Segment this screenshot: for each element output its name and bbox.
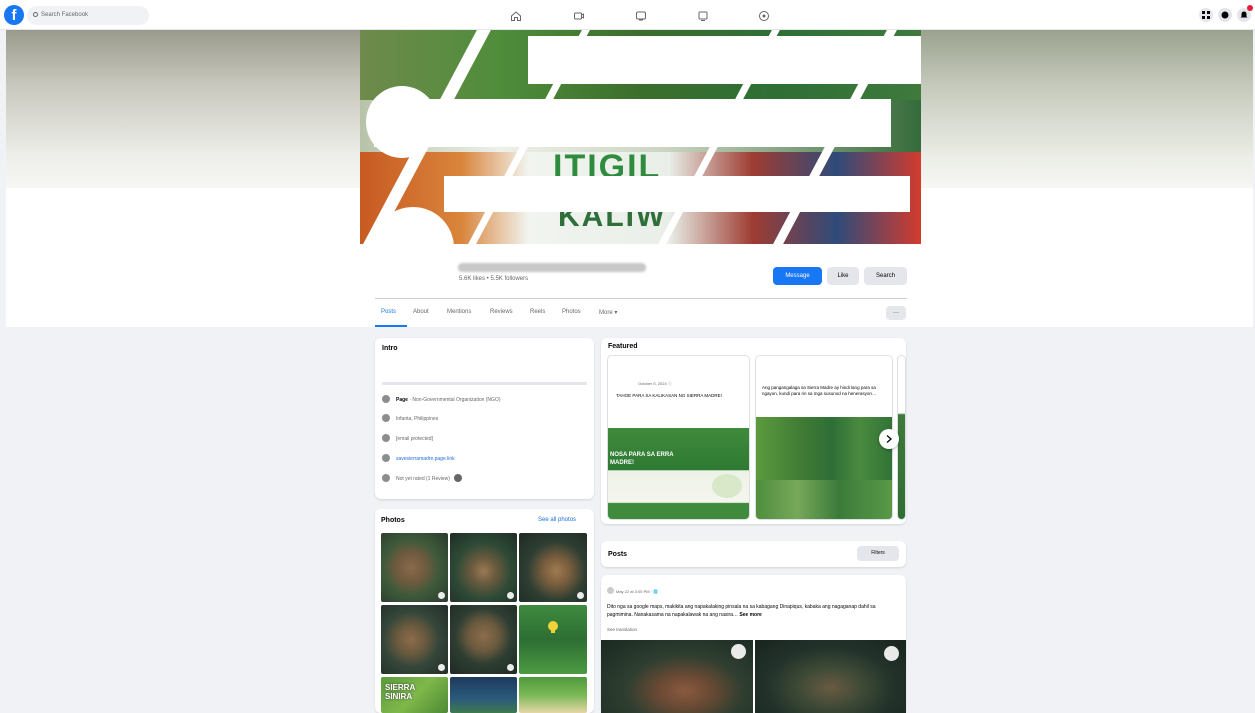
active-tab-indicator xyxy=(375,325,407,327)
intro-website: savesierramadre.page.link xyxy=(382,454,455,462)
featured-item-text: Ang pangangalaga sa Sierra Madre ay hind… xyxy=(762,385,877,396)
tab-reviews[interactable]: Reviews xyxy=(490,309,513,315)
tab-posts[interactable]: Posts xyxy=(381,309,396,315)
tab-more[interactable]: More ▾ xyxy=(599,309,617,316)
intro-location: Infanta, Philippines xyxy=(382,414,438,422)
posts-title: Posts xyxy=(608,551,628,558)
photo-thumbnail[interactable] xyxy=(381,605,448,674)
chevron-right-icon xyxy=(886,435,892,443)
intro-category: Page · Non-Governmental Organization (NG… xyxy=(382,395,501,403)
page-name-redacted xyxy=(458,263,646,272)
photo-thumbnail[interactable] xyxy=(450,605,517,674)
intro-rating: Not yet rated (1 Review) xyxy=(382,474,468,482)
photo-badge-icon xyxy=(507,592,514,599)
notification-badge xyxy=(1247,5,1253,11)
featured-item-image-bottom xyxy=(756,480,892,519)
photo-overlay-text: SIERRA SINIRA xyxy=(385,683,415,701)
photo-badge-icon xyxy=(577,592,584,599)
photo-thumbnail[interactable]: SIERRA SINIRA xyxy=(381,677,448,713)
photo-thumbnail[interactable] xyxy=(519,533,587,602)
home-icon[interactable] xyxy=(510,9,522,21)
star-icon xyxy=(382,474,390,482)
like-button-label: Like xyxy=(837,273,849,279)
photo-thumbnail[interactable] xyxy=(450,533,517,602)
redacted-area xyxy=(374,99,891,147)
intro-location-value: Infanta, Philippines xyxy=(396,416,439,422)
search-input[interactable]: Search Facebook xyxy=(27,6,149,25)
redacted-area xyxy=(444,176,910,212)
featured-title: Featured xyxy=(608,343,638,350)
featured-item[interactable]: Ang pangangalaga sa Sierra Madre ay hind… xyxy=(755,355,893,520)
intro-email: [email protected] xyxy=(382,434,433,442)
intro-category-label: Page xyxy=(396,397,408,403)
intro-rating-value: Not yet rated (1 Review) xyxy=(396,476,450,482)
cover-inner-avatar xyxy=(366,86,438,158)
featured-item-date: October 5, 2024 ⓘ xyxy=(638,381,672,386)
see-more-link[interactable]: See more xyxy=(739,612,762,618)
page-likes-followers: 5.6K likes • 5.5K followers xyxy=(459,276,529,282)
notifications-icon[interactable] xyxy=(1237,5,1253,22)
featured-item[interactable]: October 5, 2024 ⓘ TAHOE PARA SA KALIKASA… xyxy=(607,355,750,520)
bio-divider xyxy=(382,382,587,385)
messenger-icon[interactable] xyxy=(1218,8,1232,22)
bulb-graphic-icon xyxy=(548,621,558,633)
filters-button-label: Filters xyxy=(871,550,885,556)
featured-banner-text: NOSA PARA SA ERRA MADRE! xyxy=(610,452,674,466)
intro-website-link[interactable]: savesierramadre.page.link xyxy=(396,456,455,462)
info-icon xyxy=(382,395,390,403)
post-body: Dito nga sa google maps, makikita ang na… xyxy=(607,603,899,619)
cover-blur-right xyxy=(921,30,1253,188)
intro-category-value: · Non-Governmental Organization (NGO) xyxy=(407,397,501,403)
image-badge-icon xyxy=(731,644,746,659)
post-timestamp[interactable]: May 22 at 3:05 PM · 🌐 xyxy=(616,589,658,594)
gaming-icon[interactable] xyxy=(697,9,709,21)
intro-email-value: [email protected] xyxy=(396,436,433,442)
email-icon xyxy=(382,434,390,442)
photo-thumbnail[interactable] xyxy=(381,533,448,602)
photos-title: Photos xyxy=(381,517,405,524)
search-icon xyxy=(33,12,38,17)
cover-photo[interactable]: ITIGIL KALIW xyxy=(360,30,921,244)
facebook-logo-icon[interactable]: f xyxy=(4,5,24,25)
photo-badge-icon xyxy=(438,664,445,671)
post-author-avatar[interactable] xyxy=(607,587,614,594)
info-circle-icon[interactable] xyxy=(454,474,463,482)
image-badge-icon xyxy=(884,646,899,661)
photo-badge-icon xyxy=(438,592,445,599)
filters-button[interactable]: Filters xyxy=(857,546,899,561)
featured-item-text: TAHOE PARA SA KALIKASAN NG SIERRA MADRE! xyxy=(616,393,722,398)
tab-about[interactable]: About xyxy=(413,309,429,315)
menu-grid-icon[interactable] xyxy=(1199,8,1213,22)
tab-reels[interactable]: Reels xyxy=(530,309,545,315)
header-divider xyxy=(375,298,907,299)
groups-icon[interactable] xyxy=(758,9,770,21)
video-icon[interactable] xyxy=(573,9,585,21)
featured-logo-graphic xyxy=(712,474,742,498)
link-icon xyxy=(382,454,390,462)
redacted-area xyxy=(528,36,921,84)
like-button[interactable]: Like xyxy=(827,267,859,285)
more-options-button[interactable]: ··· xyxy=(886,306,906,320)
search-page-button[interactable]: Search xyxy=(864,267,907,285)
top-navigation-bar: f Search Facebook xyxy=(0,0,1255,30)
message-button[interactable]: Message xyxy=(773,267,822,285)
message-button-label: Message xyxy=(785,273,810,279)
intro-title: Intro xyxy=(382,345,398,352)
photo-thumbnail[interactable] xyxy=(519,605,587,674)
page-avatar[interactable] xyxy=(375,210,451,286)
cover-blur-left xyxy=(6,30,360,188)
photo-thumbnail[interactable] xyxy=(450,677,517,713)
tab-photos[interactable]: Photos xyxy=(562,309,581,315)
photo-badge-icon xyxy=(507,664,514,671)
location-pin-icon xyxy=(382,414,390,422)
see-translation-link[interactable]: See translation xyxy=(607,627,637,632)
tab-mentions[interactable]: Mentions xyxy=(447,309,471,315)
see-all-photos-link[interactable]: See all photos xyxy=(538,517,576,523)
search-page-button-label: Search xyxy=(875,273,895,279)
marketplace-icon[interactable] xyxy=(635,9,647,21)
carousel-next-button[interactable] xyxy=(879,429,899,449)
photo-thumbnail[interactable] xyxy=(519,677,587,713)
search-placeholder: Search Facebook xyxy=(41,12,89,18)
